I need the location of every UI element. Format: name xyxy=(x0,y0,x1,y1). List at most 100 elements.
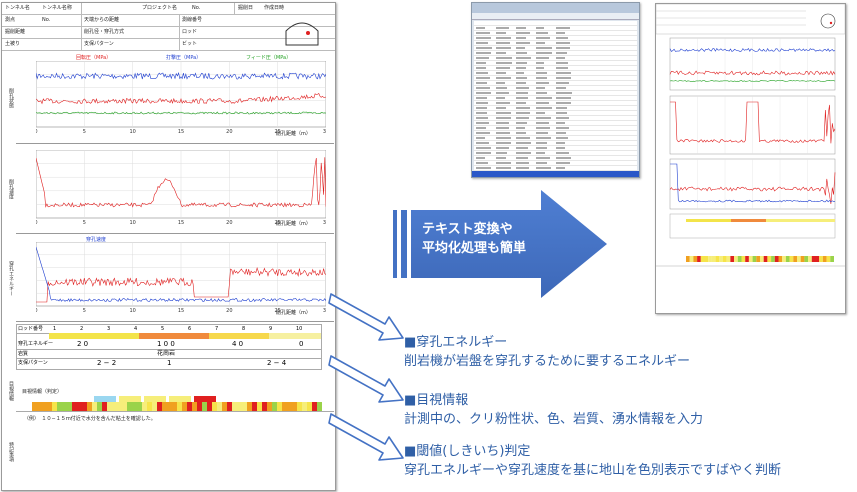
panel2-x-label: 削孔距離（m） xyxy=(276,221,311,227)
callout-visual-desc: 計測中の、クリ粉性状、色、岩質、湧水情報を入力 xyxy=(404,412,704,427)
header-project-value: No. xyxy=(192,5,201,11)
header-tunnel-label: トンネル名 xyxy=(5,5,30,11)
energy-label: 穿孔エネルギー xyxy=(18,341,54,347)
callout-energy-desc: 削岩機が岩盤を穿孔するために要するエネルギー xyxy=(404,354,691,369)
energy-value-1: 2 0 xyxy=(77,340,89,348)
visual-color-bar xyxy=(32,396,322,411)
header-date-value: 作成日時 xyxy=(264,5,285,11)
rod-number-cell: 4 xyxy=(134,326,138,332)
energy-value-4: 0 xyxy=(299,340,304,348)
energy-value-3: 4 0 xyxy=(232,340,244,348)
rod-number-cell: 6 xyxy=(188,326,192,332)
callout-visual-title: ■目視情報 xyxy=(404,393,469,408)
x-tick-label: 0 xyxy=(36,220,38,224)
x-tick-label: 5 xyxy=(83,308,86,312)
legend-percussion: 打撃圧（MPa） xyxy=(166,55,202,61)
rod-number-cell: 10 xyxy=(296,326,303,332)
callout-energy: ■穿孔エネルギー 削岩機が岩盤を穿孔するために要するエネルギー xyxy=(404,331,690,369)
panel1-side-label: 削孔状態 xyxy=(8,88,14,108)
callout-threshold-title: ■閾値(しきいち)判定 xyxy=(404,444,531,459)
tunnel-section-icon xyxy=(285,22,319,46)
x-tick-label: 15 xyxy=(178,308,184,312)
rod-number-cell: 9 xyxy=(269,326,273,332)
header-row-1: トンネル名 トンネル名称 プロジェクト名 No. 掘削日 作成日時 xyxy=(2,3,335,15)
energy-value-2: 1 0 0 xyxy=(157,340,175,348)
header-support-label: 支保パターン xyxy=(84,41,114,47)
header-line-label: 測線番号 xyxy=(182,17,203,23)
x-tick-label: 30 xyxy=(323,220,326,224)
spreadsheet-screenshot xyxy=(471,2,640,178)
header-station-label: 測点 xyxy=(5,17,16,23)
x-tick-label: 15 xyxy=(178,129,184,133)
header-cover-label: 土被り xyxy=(5,41,21,47)
energy-panel: 穿孔速度 051015202530 削孔距離（m） xyxy=(16,235,334,322)
x-tick-label: 0 xyxy=(36,129,38,133)
panel1-x-label: 削孔距離（m） xyxy=(276,131,311,137)
x-tick-label: 15 xyxy=(178,220,184,224)
energy-value-row: 穿孔エネルギー 2 0 1 0 0 4 0 0 xyxy=(17,339,321,350)
rod-number-cell: 2 xyxy=(80,326,84,332)
rod-number-cell: 5 xyxy=(161,326,165,332)
callout-threshold: ■閾値(しきいち)判定 穿孔エネルギーや穿孔速度を基に地山を色別表示ですばやく判… xyxy=(404,440,781,478)
x-tick-label: 5 xyxy=(83,220,86,224)
arrow-caption-line2: 平均化処理も簡単 xyxy=(422,241,527,256)
drilling-state-panel: 回転圧（MPa） 打撃圧（MPa） フィード圧（MPa） 05101520253… xyxy=(16,53,334,144)
header-date-label: 掘削日 xyxy=(238,5,254,11)
x-tick-label: 0 xyxy=(36,308,38,312)
rock-row: 岩質 花崗岩 xyxy=(17,350,321,359)
x-tick-label: 5 xyxy=(83,129,86,133)
panel2-side-label: 削孔速度 xyxy=(8,179,14,199)
x-tick-label: 20 xyxy=(226,220,232,224)
support-value-1: 2 − 2 xyxy=(97,359,117,367)
panel3-side-label: 穿孔エネルギー xyxy=(8,260,14,296)
support-value-3: 2 − 4 xyxy=(267,359,287,367)
rock-label: 岩質 xyxy=(18,351,29,357)
support-row: 支保パターン 2 − 2 1 2 − 4 xyxy=(17,359,321,368)
panel3-x-label: 削孔距離（m） xyxy=(276,310,311,316)
drilling-speed-panel: 051015202530 削孔距離（m） xyxy=(16,145,334,234)
x-tick-label: 20 xyxy=(226,308,232,312)
drilling-state-plot: 051015202530 xyxy=(36,61,326,133)
arrow-caption-line1: テキスト変換や xyxy=(422,222,513,237)
header-tunnel-value: トンネル名称 xyxy=(42,5,72,11)
support-value-2: 1 xyxy=(167,359,172,367)
rod-table: ロッド番号 1 2 3 4 5 6 7 8 9 10 穿孔エネルギー 2 0 1 0 0 4 0 … xyxy=(16,324,322,370)
support-label: 支保パターン xyxy=(18,360,48,366)
energy-plot: 051015202530 xyxy=(36,242,326,312)
visual-side-label: 目視情報 xyxy=(8,381,14,401)
header-bit-label: ビット xyxy=(182,41,198,47)
header-bit-method-label: 削孔径・穿孔方式 xyxy=(84,29,125,35)
x-tick-label: 10 xyxy=(129,308,135,312)
callout-energy-title: ■穿孔エネルギー xyxy=(404,335,508,350)
rod-number-cell: 8 xyxy=(242,326,246,332)
header-distance-label: 掘削距離 xyxy=(5,29,26,35)
header-crown-label: 天端からの距離 xyxy=(84,17,120,23)
x-tick-label: 10 xyxy=(129,220,135,224)
rock-value: 花崗岩 xyxy=(157,350,176,357)
remark-text: （例） １０−１５ｍ付近で水分を含んだ粘土を確認した。 xyxy=(24,416,156,422)
remark-side-label: 特記事項 xyxy=(8,442,14,462)
report-sheet-processed xyxy=(655,3,846,314)
report-sheet: トンネル名 トンネル名称 プロジェクト名 No. 掘削日 作成日時 測点 No.… xyxy=(1,2,336,491)
callout-threshold-desc: 穿孔エネルギーや穿孔速度を基に地山を色別表示ですばやく判断 xyxy=(404,463,782,478)
header-project-label: プロジェクト名 xyxy=(142,5,178,11)
processed-report-graphics xyxy=(656,4,845,267)
rod-number-cell: 3 xyxy=(107,326,111,332)
drilling-speed-plot: 051015202530 xyxy=(36,150,326,224)
visual-label: 目視情報（判定） xyxy=(22,389,63,395)
callout-visual: ■目視情報 計測中の、クリ粉性状、色、岩質、湧水情報を入力 xyxy=(404,389,703,427)
rod-number-cell: 7 xyxy=(215,326,219,332)
header-rod-label: ロッド xyxy=(182,29,198,35)
x-tick-label: 10 xyxy=(129,129,135,133)
x-tick-label: 20 xyxy=(226,129,232,133)
visual-info-chips xyxy=(94,388,234,403)
callout-pointers xyxy=(328,293,404,461)
rod-number-cell: 1 xyxy=(53,326,57,332)
legend-feed: フィード圧（MPa） xyxy=(246,55,292,61)
arrow-caption: テキスト変換や 平均化処理も簡単 xyxy=(422,220,526,258)
header-station-value: No. xyxy=(42,17,51,23)
visual-bar-cell xyxy=(317,402,322,411)
rod-number-label: ロッド番号 xyxy=(18,326,44,332)
legend-rotation: 回転圧（MPa） xyxy=(76,55,112,61)
x-tick-label: 30 xyxy=(323,129,326,133)
